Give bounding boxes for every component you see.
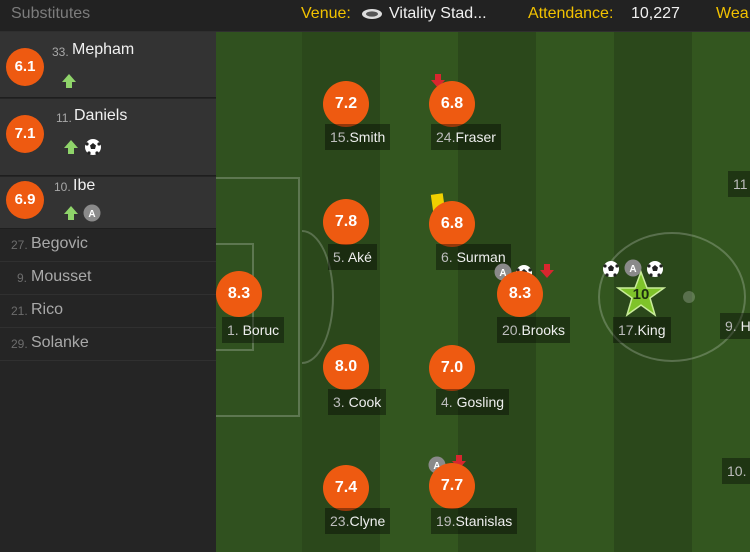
player-number: 24.	[436, 129, 456, 145]
assist-icon: A	[83, 204, 101, 222]
player-name: Gosling	[456, 394, 505, 410]
player-number: 17.	[618, 322, 638, 338]
player-number: 3.	[333, 394, 345, 410]
player-label: 5. Aké	[328, 244, 377, 270]
player-name: Begovic	[31, 235, 88, 252]
player-rating: 6.8	[429, 201, 475, 247]
player-rating: 6.1	[6, 48, 44, 86]
player-name: Daniels	[74, 107, 128, 124]
substitutes-title: Substitutes	[11, 5, 91, 22]
player-rating: 8.3	[497, 271, 543, 317]
player-rating: 10	[632, 286, 650, 303]
player-name: Solanke	[31, 334, 89, 351]
player-number: 6.	[441, 249, 453, 265]
player-name: Fraser	[455, 129, 496, 145]
player-rating: 7.8	[323, 199, 369, 245]
player-rating: 7.1	[6, 115, 44, 153]
substitute-row[interactable]: 6.1 33. Mepham	[0, 32, 216, 98]
player-name: Mepham	[72, 41, 135, 58]
player-rating: 7.4	[323, 465, 369, 511]
player-name: Stanislas	[455, 513, 513, 529]
sub-on-arrow-icon	[64, 140, 78, 154]
player-rating: 6.9	[6, 181, 44, 219]
attendance-value: 10,227	[631, 5, 680, 22]
pitch: 8.3 1. Boruc 7.2 15.Smith 6.8 24.Fraser …	[216, 32, 750, 552]
substitute-row[interactable]: 7.1 11. Daniels	[0, 99, 216, 176]
sub-off-arrow-icon	[540, 264, 554, 278]
opponent-label-partial[interactable]: 9. H	[720, 313, 750, 339]
weather-label: Wea	[716, 5, 749, 22]
center-spot	[683, 291, 695, 303]
attendance-label: Attendance:	[528, 5, 614, 22]
player-number: 9.	[17, 271, 28, 285]
unused-sub-row[interactable]: 27. Begovic	[0, 230, 216, 262]
sub-on-arrow-icon	[64, 206, 78, 220]
match-lineup-view: { "header": { "substitutes_title": "Subs…	[0, 0, 750, 552]
player-label: 15.Smith	[325, 124, 391, 150]
player-label: 20.Brooks	[497, 317, 571, 343]
player-number: 10.	[54, 180, 71, 194]
player-number: 15.	[330, 129, 350, 145]
unused-sub-row[interactable]: 9. Mousset	[0, 263, 216, 295]
player-number: 20.	[502, 322, 522, 338]
player-name: Clyne	[349, 513, 386, 529]
player-label: 1. Boruc	[222, 317, 285, 343]
substitute-row[interactable]: 6.9 10. Ibe A	[0, 177, 216, 229]
opponent-label-partial[interactable]: 10.	[722, 458, 750, 484]
player-number: 19.	[436, 513, 456, 529]
player-number: 5.	[333, 249, 345, 265]
player-number: 33.	[52, 45, 69, 59]
goal-ball-icon	[85, 139, 101, 155]
player-label: 3. Cook	[328, 389, 387, 415]
svg-text:A: A	[88, 209, 95, 220]
venue-label: Venue:	[301, 5, 351, 22]
player-rating: 7.0	[429, 345, 475, 391]
player-rating: 6.8	[429, 81, 475, 127]
player-label: 23.Clyne	[325, 508, 391, 534]
player-name: Aké	[347, 249, 372, 265]
player-number: 1.	[227, 322, 239, 338]
player-name: Boruc	[242, 322, 280, 338]
stadium-icon	[362, 9, 382, 19]
match-info-bar: Substitutes Venue: Vitality Stad... Atte…	[0, 0, 750, 32]
unused-sub-row[interactable]: 21. Rico	[0, 296, 216, 328]
player-number: 21.	[11, 304, 28, 318]
player-name: Rico	[31, 301, 64, 318]
player-rating: 8.3	[216, 271, 262, 317]
venue-value: Vitality Stad...	[389, 5, 487, 22]
player-name: Brooks	[521, 322, 566, 338]
player-label: 19.Stanislas	[431, 508, 518, 534]
player-number: 23.	[330, 513, 350, 529]
player-number: 4.	[441, 394, 453, 410]
player-name: Ibe	[73, 177, 96, 194]
player-number: 29.	[11, 337, 28, 351]
player-name: King	[637, 322, 666, 338]
player-rating: 8.0	[323, 344, 369, 390]
player-number: 11.	[56, 111, 72, 125]
player-number: 27.	[11, 238, 28, 252]
substitutes-panel: 6.1 33. Mepham 7.1 11. Daniels 6.9 10. I…	[0, 32, 216, 552]
player-name: Smith	[349, 129, 386, 145]
unused-sub-row[interactable]: 29. Solanke	[0, 329, 216, 361]
player-label: 17.King	[613, 317, 671, 343]
sub-on-arrow-icon	[62, 74, 76, 88]
player-label: 4. Gosling	[436, 389, 510, 415]
player-name: Mousset	[31, 268, 92, 285]
player-rating: 7.2	[323, 81, 369, 127]
player-name: Cook	[348, 394, 382, 410]
player-rating: 7.7	[429, 463, 475, 509]
player-label: 24.Fraser	[431, 124, 501, 150]
opponent-label-partial[interactable]: 11	[728, 171, 750, 197]
